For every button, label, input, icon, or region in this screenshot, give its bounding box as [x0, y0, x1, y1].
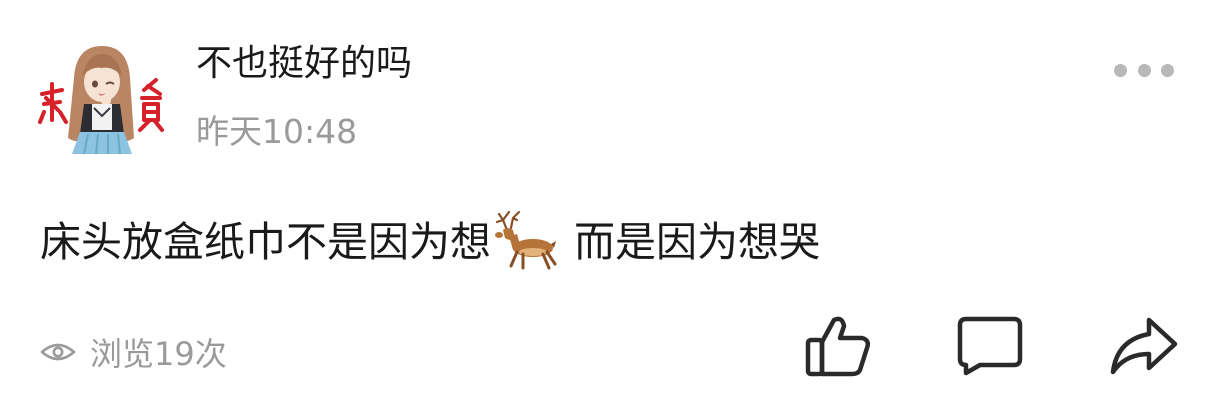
share-arrow-icon — [1110, 317, 1178, 375]
post-text-after-emoji: 而是因为想哭 — [574, 218, 821, 266]
share-button[interactable] — [1108, 310, 1180, 382]
avatar[interactable] — [36, 38, 164, 166]
post-timestamp: 昨天10:48 — [196, 112, 358, 151]
more-dots-icon — [1114, 63, 1127, 77]
thumbs-up-icon — [805, 316, 871, 377]
more-dots-icon — [1137, 63, 1151, 77]
comment-icon — [957, 316, 1023, 376]
post-text-before-emoji: 床头放盒纸巾不是因为想 — [40, 218, 491, 266]
more-dots-icon — [1161, 63, 1174, 77]
like-button[interactable] — [802, 310, 874, 382]
author-name[interactable]: 不也挺好的吗 — [196, 38, 412, 90]
eye-icon — [40, 343, 76, 361]
deer-emoji — [495, 210, 557, 270]
more-options-button[interactable] — [1108, 50, 1180, 90]
view-count-label: 浏览19次 — [90, 335, 227, 373]
comment-button[interactable] — [954, 310, 1026, 382]
avatar-image — [38, 46, 164, 155]
post-content: 床头放盒纸巾不是因为想 而是因为想哭 — [40, 208, 1180, 274]
view-count: 浏览19次 — [40, 328, 227, 376]
